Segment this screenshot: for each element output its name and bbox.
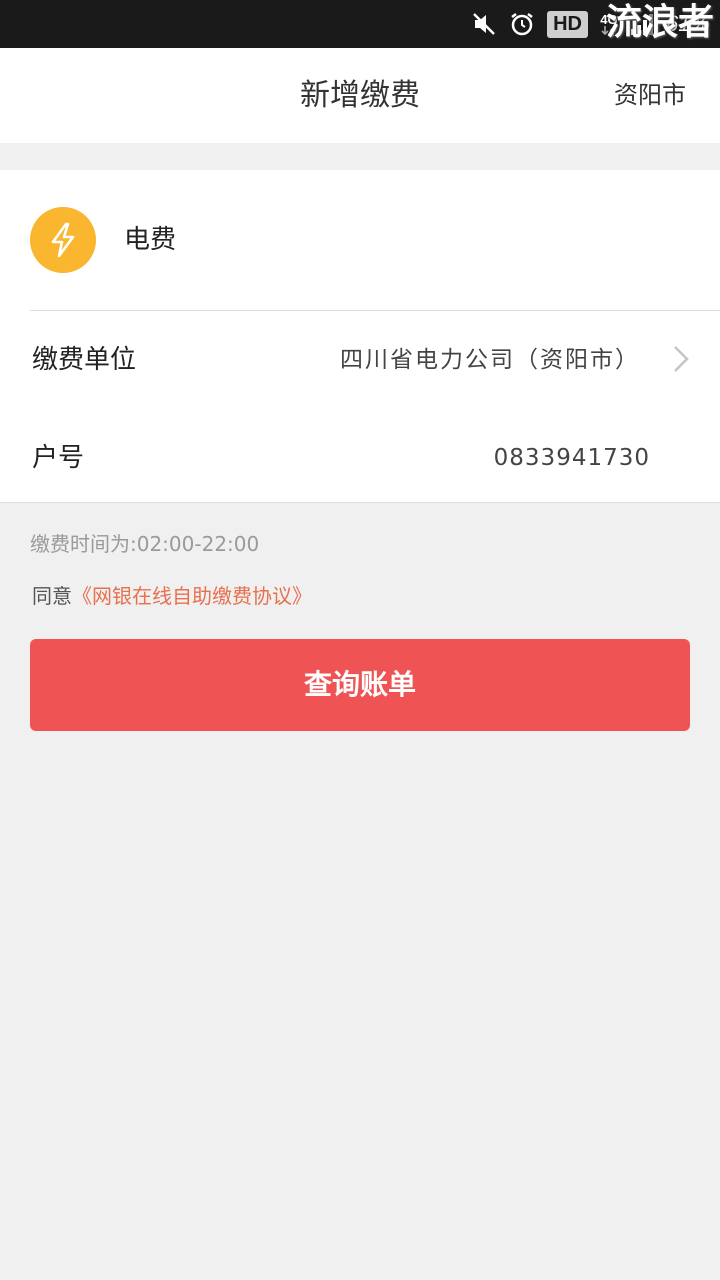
payment-unit-value: 四川省电力公司（资阳市）: [340, 347, 640, 373]
query-bill-button[interactable]: 查询账单: [30, 639, 690, 731]
bill-type-label: 电费: [124, 225, 177, 255]
status-bar: HD 4G 61% 流浪者: [0, 0, 720, 48]
lightning-icon: [30, 207, 96, 273]
account-number-row: 户号 0833941730: [0, 410, 720, 506]
nav-bar: 新增缴费 资阳市: [0, 48, 720, 143]
agreement-line: 同意《网银在线自助缴费协议》: [32, 580, 312, 609]
bill-type-row: 电费: [0, 170, 720, 310]
hd-badge: HD: [547, 10, 588, 38]
watermark: 流浪者: [605, 1, 714, 43]
mute-icon: [471, 11, 497, 37]
payment-unit-row[interactable]: 缴费单位 四川省电力公司（资阳市）: [0, 312, 720, 408]
bill-form-card: 电费 缴费单位 四川省电力公司（资阳市） 户号 0833941730: [0, 170, 720, 503]
page-title: 新增缴费: [300, 78, 420, 113]
alarm-icon: [509, 11, 535, 37]
divider: [30, 310, 720, 311]
agreement-link[interactable]: 《网银在线自助缴费协议》: [72, 584, 312, 608]
account-number-value[interactable]: 0833941730: [494, 410, 650, 506]
city-selector[interactable]: 资阳市: [614, 48, 686, 143]
payment-time-note: 缴费时间为:02:00-22:00: [30, 532, 260, 556]
chevron-right-icon: [674, 346, 689, 372]
account-number-label: 户号: [32, 443, 85, 473]
payment-unit-label: 缴费单位: [32, 345, 137, 375]
agreement-prefix: 同意: [32, 584, 72, 608]
